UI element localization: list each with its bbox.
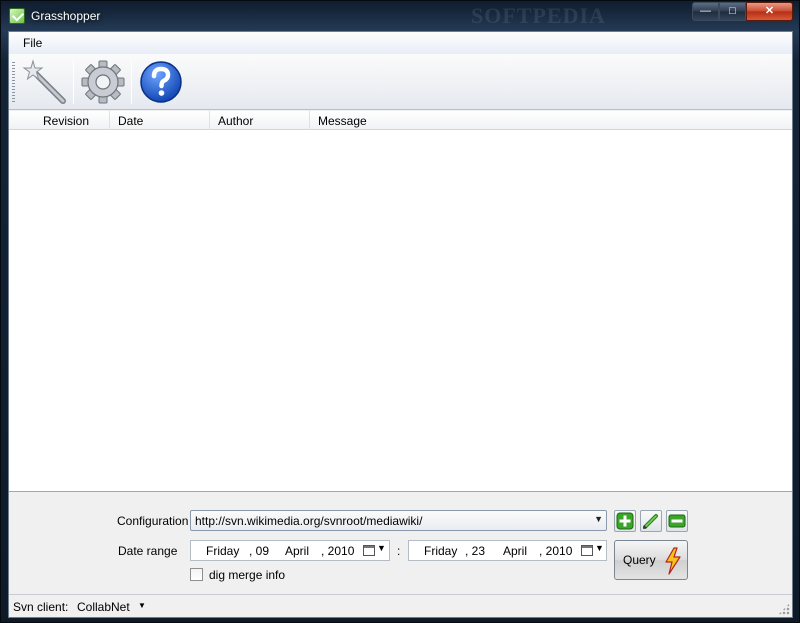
to-year: , 2010	[539, 544, 573, 558]
close-button[interactable]: ✕	[746, 2, 793, 21]
column-divider[interactable]	[209, 111, 210, 130]
list-header: Revision Date Author Message	[9, 111, 792, 130]
add-icon	[616, 512, 634, 530]
column-revision[interactable]: Revision	[43, 114, 89, 128]
dig-merge-checkbox[interactable]	[190, 568, 203, 581]
date-range-label: Date range	[118, 544, 178, 558]
calendar-icon	[581, 545, 593, 556]
settings-gear-icon	[81, 60, 125, 104]
to-day: , 23	[465, 544, 486, 558]
from-month: April	[285, 544, 310, 558]
help-icon	[140, 61, 182, 103]
toolbar-separator	[73, 60, 74, 104]
column-message[interactable]: Message	[318, 114, 367, 128]
svn-client-dropdown[interactable]: CollabNet	[77, 600, 130, 614]
client-area: File Revision Date Author Message Config…	[8, 31, 793, 618]
to-date-picker[interactable]: Friday , 23 April , 2010 ▼	[408, 540, 607, 561]
resize-grip[interactable]	[778, 603, 790, 615]
lightning-bolt-icon	[665, 547, 681, 575]
column-author[interactable]: Author	[218, 114, 253, 128]
help-button[interactable]	[135, 57, 187, 107]
to-weekday: Friday	[424, 544, 458, 558]
toolbar-separator	[131, 60, 132, 104]
edit-icon	[643, 514, 658, 529]
wizard-icon	[22, 59, 66, 104]
menu-file[interactable]: File	[23, 36, 42, 50]
edit-configuration-button[interactable]	[640, 510, 662, 532]
column-date[interactable]: Date	[118, 114, 143, 128]
configuration-value: http://svn.wikimedia.org/svnroot/mediawi…	[195, 514, 423, 528]
from-day: , 09	[249, 544, 270, 558]
minimize-button[interactable]: —	[692, 2, 719, 21]
calendar-icon	[363, 545, 375, 556]
app-window: Grasshopper SOFTPEDIA — □ ✕ File Revisio…	[0, 0, 800, 623]
column-divider[interactable]	[109, 111, 110, 130]
configuration-label: Configuration	[117, 514, 189, 528]
settings-button[interactable]	[77, 57, 129, 107]
query-panel: Configuration http://svn.wikimedia.org/s…	[9, 493, 792, 593]
date-separator: :	[397, 544, 401, 558]
configuration-combobox[interactable]: http://svn.wikimedia.org/svnroot/mediawi…	[190, 510, 607, 531]
from-year: , 2010	[321, 544, 355, 558]
toolbar-grip[interactable]	[12, 62, 15, 104]
chevron-down-icon: ▼	[377, 543, 386, 553]
chevron-down-icon: ▼	[595, 543, 604, 553]
watermark: SOFTPEDIA	[471, 3, 606, 28]
dig-merge-label[interactable]: dig merge info	[209, 568, 285, 582]
from-date-picker[interactable]: Friday , 09 April , 2010 ▼	[190, 540, 390, 561]
maximize-button[interactable]: □	[719, 2, 746, 21]
from-weekday: Friday	[206, 544, 240, 558]
query-button-label: Query	[623, 553, 656, 567]
column-divider[interactable]	[309, 111, 310, 130]
remove-configuration-button[interactable]	[666, 510, 688, 532]
toolbar	[9, 54, 792, 110]
query-button[interactable]: Query	[614, 540, 688, 580]
svn-client-label: Svn client:	[13, 600, 69, 614]
app-icon	[9, 8, 25, 24]
window-title: Grasshopper	[31, 9, 101, 23]
remove-icon	[668, 514, 686, 528]
wizard-button[interactable]	[19, 57, 71, 107]
add-configuration-button[interactable]	[614, 510, 636, 532]
title-bar[interactable]: Grasshopper SOFTPEDIA — □ ✕	[1, 1, 799, 31]
chevron-down-icon: ▼	[594, 514, 603, 524]
to-month: April	[503, 544, 528, 558]
status-bar: Svn client: CollabNet ▼	[9, 594, 792, 617]
chevron-down-icon[interactable]: ▼	[138, 601, 146, 610]
revision-list[interactable]: Revision Date Author Message	[9, 111, 792, 492]
menu-bar: File	[9, 32, 792, 54]
